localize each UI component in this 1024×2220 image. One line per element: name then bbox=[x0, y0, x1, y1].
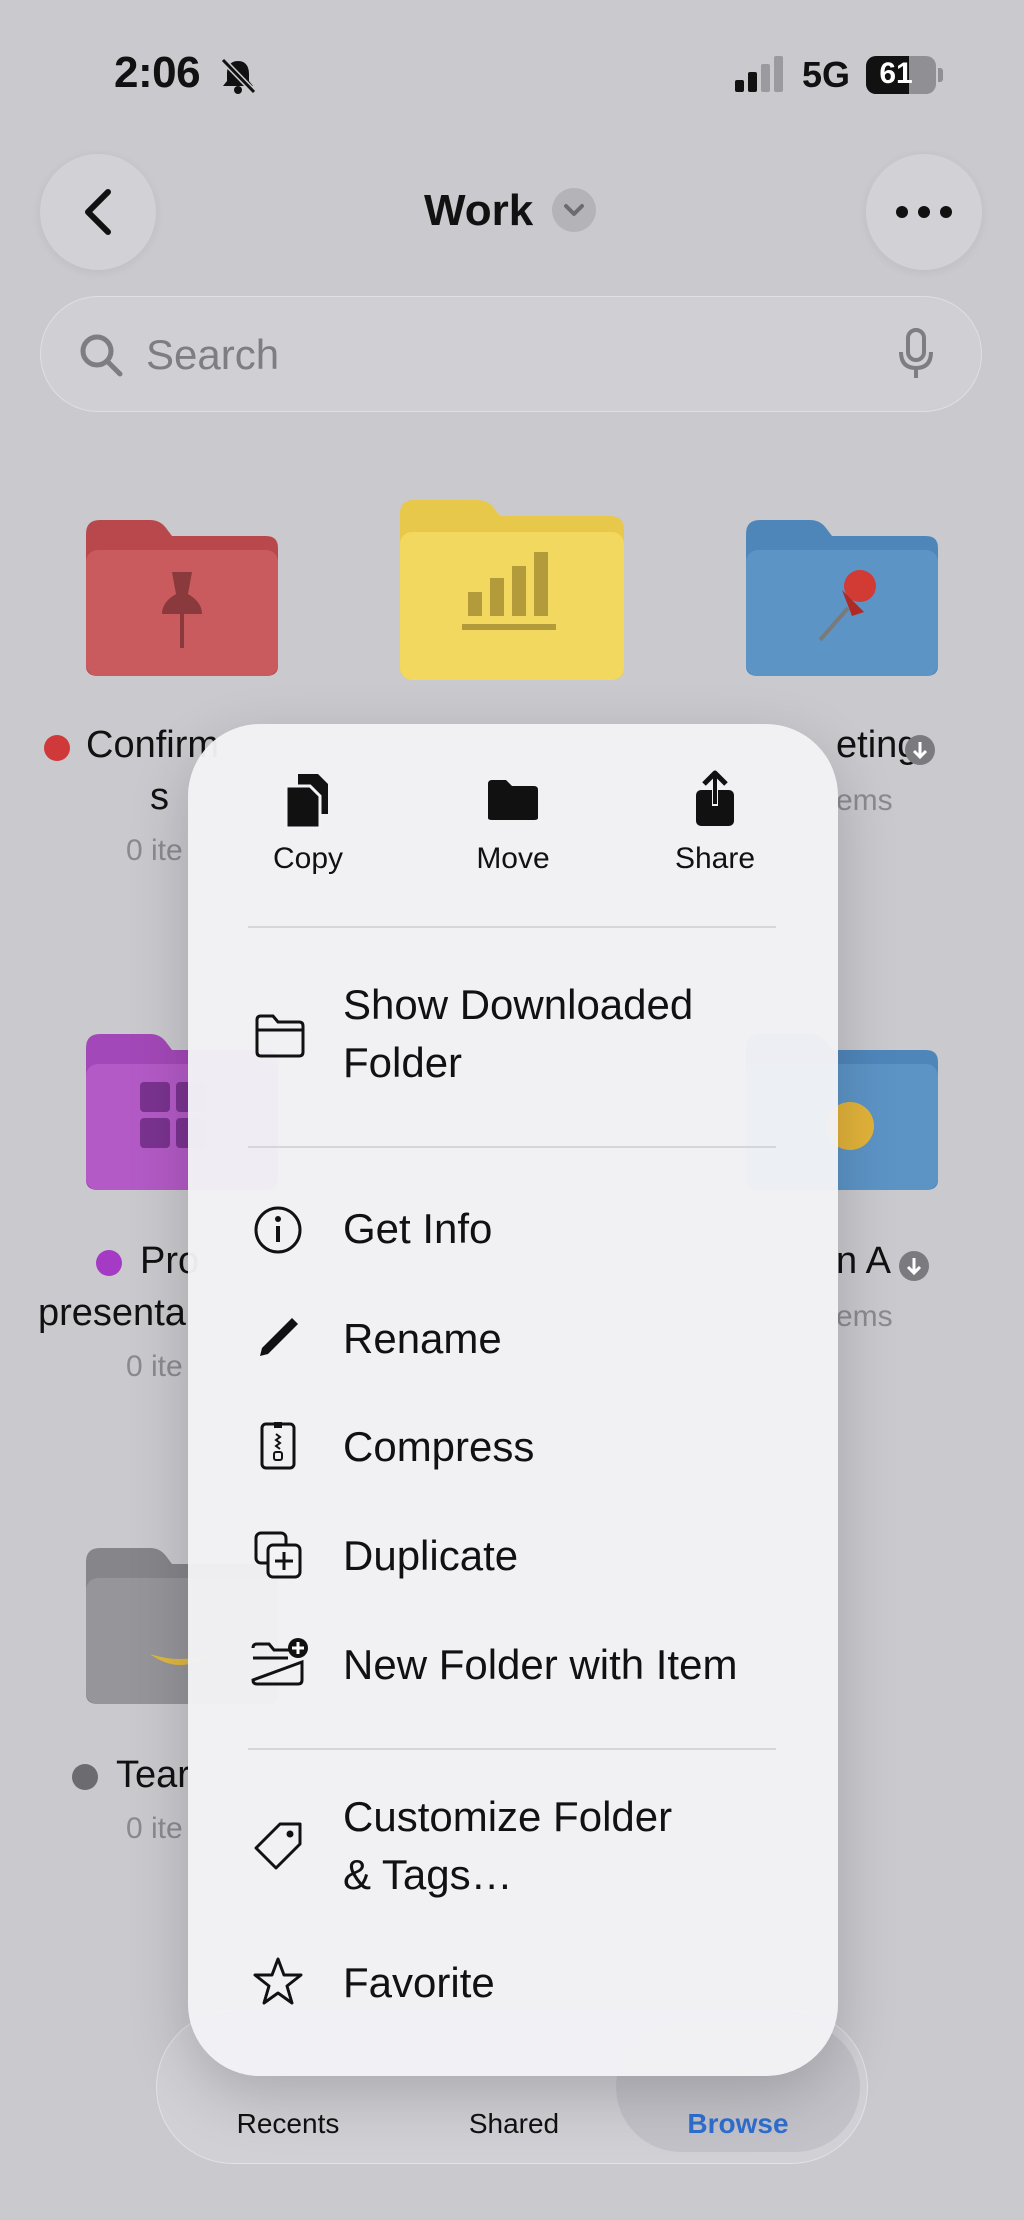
menu-separator bbox=[248, 926, 776, 928]
tag-icon bbox=[254, 1822, 302, 1870]
menu-item-label: Rename bbox=[343, 1315, 502, 1362]
folder-label: Tear bbox=[116, 1754, 190, 1796]
search-input[interactable]: Search bbox=[146, 331, 279, 379]
chevron-down-icon bbox=[564, 204, 584, 216]
menu-item-label: Duplicate bbox=[343, 1532, 519, 1579]
tab-browse[interactable]: Browse bbox=[638, 2108, 838, 2140]
tag-dot bbox=[44, 735, 70, 761]
menu-item-label: & Tags… bbox=[343, 1851, 513, 1898]
menu-item-new-folder-with-item[interactable]: New Folder with Item bbox=[188, 1610, 838, 1720]
battery-indicator: 61 bbox=[866, 56, 936, 94]
share-icon bbox=[696, 770, 734, 826]
bell-slash-icon bbox=[220, 57, 257, 95]
tab-shared[interactable]: Shared bbox=[414, 2108, 614, 2140]
tag-dot bbox=[96, 1250, 122, 1276]
menu-item-label: Compress bbox=[343, 1423, 535, 1470]
battery-percent: 61 bbox=[879, 57, 913, 90]
download-badge-icon bbox=[899, 1251, 929, 1281]
copy-button[interactable]: Copy bbox=[228, 842, 388, 876]
folder-plus-icon bbox=[251, 1638, 308, 1686]
menu-item-label: Show Downloaded bbox=[343, 981, 694, 1028]
folder-count: ems bbox=[836, 784, 893, 817]
pencil-icon bbox=[260, 1318, 298, 1356]
menu-item-label: New Folder with Item bbox=[343, 1641, 738, 1688]
context-menu: Copy Move Share Show Downloaded Folder G… bbox=[188, 724, 838, 2076]
menu-separator bbox=[248, 1146, 776, 1148]
folder-label: n A bbox=[836, 1240, 891, 1282]
folder-count: 0 ite bbox=[126, 1350, 183, 1383]
folder-outline-icon bbox=[255, 1014, 305, 1058]
folder-label: presenta bbox=[38, 1292, 186, 1334]
menu-item-get-info[interactable]: Get Info bbox=[188, 1174, 838, 1284]
move-button[interactable]: Move bbox=[433, 842, 593, 876]
folder-count: 0 ite bbox=[126, 1812, 183, 1845]
menu-item-compress[interactable]: Compress bbox=[188, 1392, 838, 1502]
menu-item-label: Get Info bbox=[343, 1205, 493, 1252]
back-button[interactable] bbox=[40, 154, 156, 270]
folder-yellow-icon[interactable] bbox=[396, 496, 628, 684]
menu-item-duplicate[interactable]: Duplicate bbox=[188, 1501, 838, 1611]
menu-item-favorite[interactable]: Favorite bbox=[188, 1928, 838, 2038]
status-time: 2:06 bbox=[114, 48, 201, 97]
menu-item-label: Customize Folder bbox=[343, 1793, 673, 1840]
cellular-signal-icon bbox=[735, 56, 783, 92]
chevron-left-icon bbox=[85, 189, 111, 235]
archive-icon bbox=[260, 1422, 296, 1470]
search-icon bbox=[80, 334, 123, 377]
title-menu-button[interactable] bbox=[552, 188, 596, 232]
download-badge-icon bbox=[905, 735, 935, 765]
folder-move-icon bbox=[488, 780, 538, 820]
menu-item-customize-folder-tags[interactable]: Customize Folder & Tags… bbox=[188, 1774, 838, 1918]
menu-item-label: Favorite bbox=[343, 1959, 495, 2006]
microphone-icon[interactable] bbox=[896, 328, 936, 380]
folder-blue-icon[interactable] bbox=[740, 516, 944, 680]
menu-separator bbox=[248, 1748, 776, 1750]
copy-icon bbox=[284, 774, 328, 830]
more-button[interactable] bbox=[866, 154, 982, 270]
duplicate-icon bbox=[254, 1531, 302, 1579]
network-type: 5G bbox=[802, 54, 851, 95]
ellipsis-icon bbox=[896, 206, 952, 218]
battery-nub bbox=[938, 68, 943, 82]
share-button[interactable]: Share bbox=[635, 842, 795, 876]
folder-red-icon[interactable] bbox=[80, 516, 284, 680]
menu-item-show-downloaded-folder[interactable]: Show Downloaded Folder bbox=[188, 964, 838, 1108]
folder-count: ems bbox=[836, 1300, 893, 1333]
info-icon bbox=[254, 1206, 302, 1254]
page-title[interactable]: Work bbox=[424, 186, 533, 236]
folder-label: s bbox=[150, 776, 169, 818]
tag-dot bbox=[72, 1764, 98, 1790]
tab-recents[interactable]: Recents bbox=[188, 2108, 388, 2140]
menu-item-label: Folder bbox=[343, 1039, 463, 1086]
menu-item-rename[interactable]: Rename bbox=[188, 1284, 838, 1394]
star-icon bbox=[253, 1957, 303, 2005]
folder-count: 0 ite bbox=[126, 834, 183, 867]
